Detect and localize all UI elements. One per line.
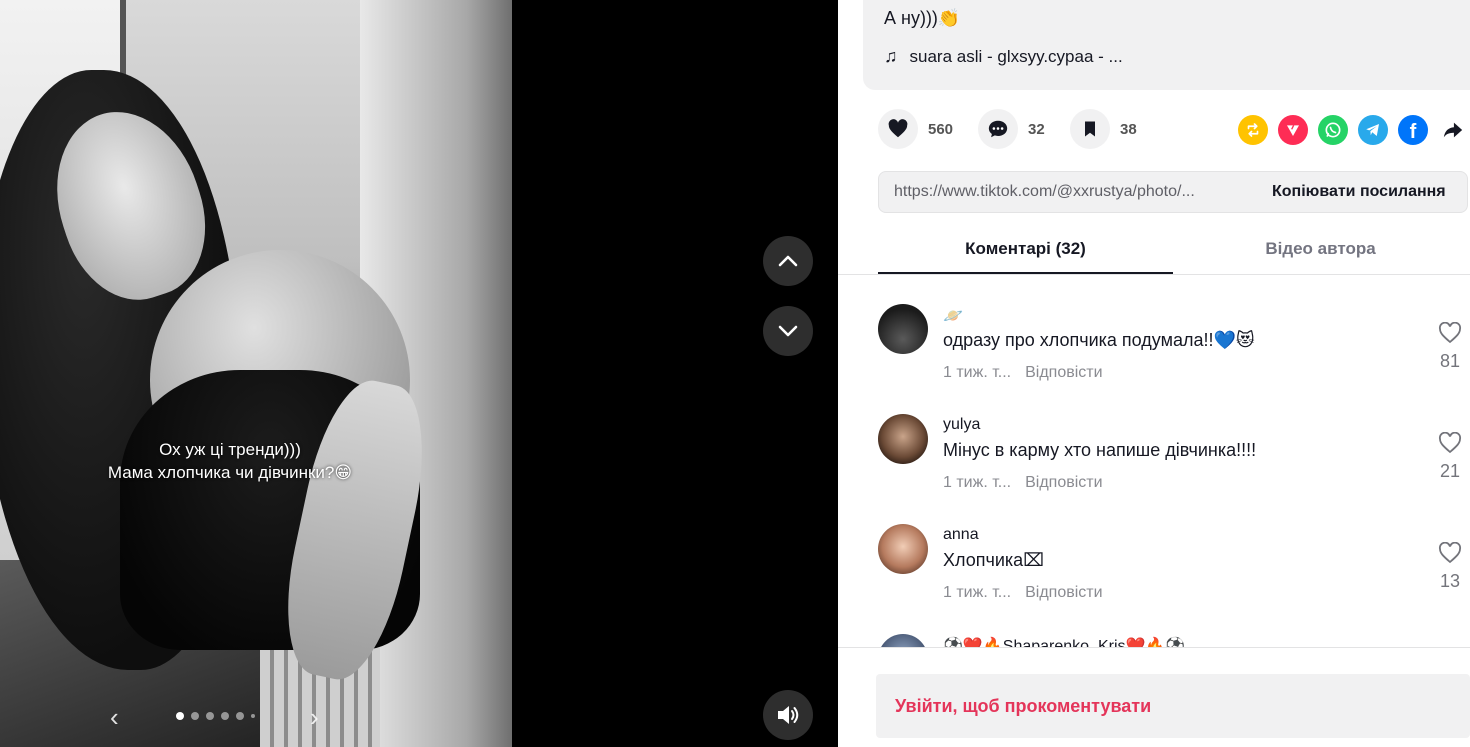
comment-like-count: 13	[1439, 571, 1461, 591]
avatar[interactable]	[878, 524, 928, 574]
facebook-icon[interactable]: f	[1398, 115, 1428, 145]
reply-button[interactable]: Відповісти	[1025, 364, 1102, 381]
side-panel: А ну)))👏 ♫ suara asli - glxsyy.cypaa - .…	[838, 0, 1470, 747]
post-photo[interactable]: Ох уж ці тренди))) Мама хлопчика чи дівч…	[0, 0, 512, 747]
comment-item: anna Хлопчика⌧ 1 тиж. т... Відповісти 13	[878, 524, 1470, 624]
slide-dot[interactable]	[221, 712, 229, 720]
save-stat[interactable]: 38	[1070, 109, 1137, 149]
slide-dot[interactable]	[251, 714, 255, 718]
comment-time: 1 тиж. т...	[943, 364, 1012, 381]
media-viewer: Ох уж ці тренди))) Мама хлопчика чи дівч…	[0, 0, 838, 747]
tabs: Коментарі (32) Відео автора	[878, 226, 1470, 274]
comment-like-count: 21	[1439, 461, 1461, 481]
comment-like-count: 81	[1439, 351, 1461, 371]
comment-meta: 1 тиж. т... Відповісти	[943, 584, 1103, 602]
comment-text: Хлопчика⌧	[943, 550, 1044, 570]
comment-like[interactable]: 81	[1430, 321, 1470, 372]
heart-outline-icon[interactable]	[1438, 431, 1462, 454]
comment-username[interactable]: 🪐	[943, 306, 963, 326]
comment-time: 1 тиж. т...	[943, 474, 1012, 491]
comment-meta: 1 тиж. т... Відповісти	[943, 364, 1103, 382]
caption-line-2: Мама хлопчика чи дівчинки?😁	[107, 463, 353, 482]
like-count: 560	[928, 120, 954, 138]
send-icon[interactable]	[1278, 115, 1308, 145]
bookmark-icon[interactable]	[1070, 109, 1110, 149]
next-slide-icon[interactable]: ›	[310, 702, 319, 732]
music-link[interactable]: ♫ suara asli - glxsyy.cypaa - ...	[884, 46, 1123, 67]
comment-icon[interactable]	[978, 109, 1018, 149]
chevron-down-icon	[778, 325, 798, 337]
description-box: А ну)))👏 ♫ suara asli - glxsyy.cypaa - .…	[863, 0, 1470, 90]
slide-dot[interactable]	[206, 712, 214, 720]
comment-like[interactable]: 13	[1430, 541, 1470, 592]
comment-username[interactable]: anna	[943, 526, 979, 544]
comment-time: 1 тиж. т...	[943, 584, 1012, 601]
heart-outline-icon[interactable]	[1438, 321, 1462, 344]
like-stat[interactable]: 560	[878, 109, 953, 149]
comment-stat[interactable]: 32	[978, 109, 1045, 149]
reply-button[interactable]: Відповісти	[1025, 474, 1102, 491]
repost-icon[interactable]	[1238, 115, 1268, 145]
prev-slide-icon[interactable]: ‹	[110, 702, 119, 732]
comment-item: 🪐 одразу про хлопчика подумала!!💙😻 1 тиж…	[878, 304, 1470, 404]
avatar[interactable]	[878, 304, 928, 354]
comment-username[interactable]: yulya	[943, 416, 980, 434]
reply-button[interactable]: Відповісти	[1025, 584, 1102, 601]
share-arrow-icon[interactable]	[1438, 115, 1468, 145]
copy-link-box: https://www.tiktok.com/@xxrustya/photo/.…	[878, 171, 1468, 213]
tab-comments[interactable]: Коментарі (32)	[878, 226, 1173, 274]
caption-line-1: Ох уж ці тренди)))	[159, 440, 301, 459]
login-to-comment-button[interactable]: Увійти, щоб прокоментувати	[876, 674, 1470, 738]
whatsapp-icon[interactable]	[1318, 115, 1348, 145]
comment-like[interactable]: 21	[1430, 431, 1470, 482]
music-title: suara asli - glxsyy.cypaa - ...	[909, 46, 1123, 66]
photo-caption: Ох уж ці тренди))) Мама хлопчика чи дівч…	[40, 438, 420, 484]
comment-text: одразу про хлопчика подумала!!💙😻	[943, 330, 1255, 350]
heart-outline-icon[interactable]	[1438, 541, 1462, 564]
telegram-icon[interactable]	[1358, 115, 1388, 145]
slide-indicator	[176, 712, 255, 720]
slide-dot[interactable]	[236, 712, 244, 720]
post-url[interactable]: https://www.tiktok.com/@xxrustya/photo/.…	[879, 183, 1244, 201]
tab-author-videos[interactable]: Відео автора	[1173, 226, 1468, 272]
comment-item: yulya Мінус в карму хто напише дівчинка!…	[878, 414, 1470, 514]
tabs-divider	[838, 274, 1470, 275]
copy-link-button[interactable]: Копіювати посилання	[1244, 183, 1446, 201]
prev-video-button[interactable]	[763, 236, 813, 286]
comment-meta: 1 тиж. т... Відповісти	[943, 474, 1103, 492]
avatar[interactable]	[878, 414, 928, 464]
slide-dot[interactable]	[176, 712, 184, 720]
comment-count: 32	[1028, 120, 1045, 138]
volume-button[interactable]	[763, 690, 813, 740]
slide-dot[interactable]	[191, 712, 199, 720]
music-note-icon: ♫	[884, 46, 898, 66]
heart-icon[interactable]	[878, 109, 918, 149]
post-description: А ну)))👏	[884, 8, 961, 28]
chevron-up-icon	[778, 255, 798, 267]
speaker-icon	[778, 706, 799, 724]
save-count: 38	[1120, 120, 1137, 138]
comment-text: Мінус в карму хто напише дівчинка!!!!	[943, 440, 1257, 460]
next-video-button[interactable]	[763, 306, 813, 356]
